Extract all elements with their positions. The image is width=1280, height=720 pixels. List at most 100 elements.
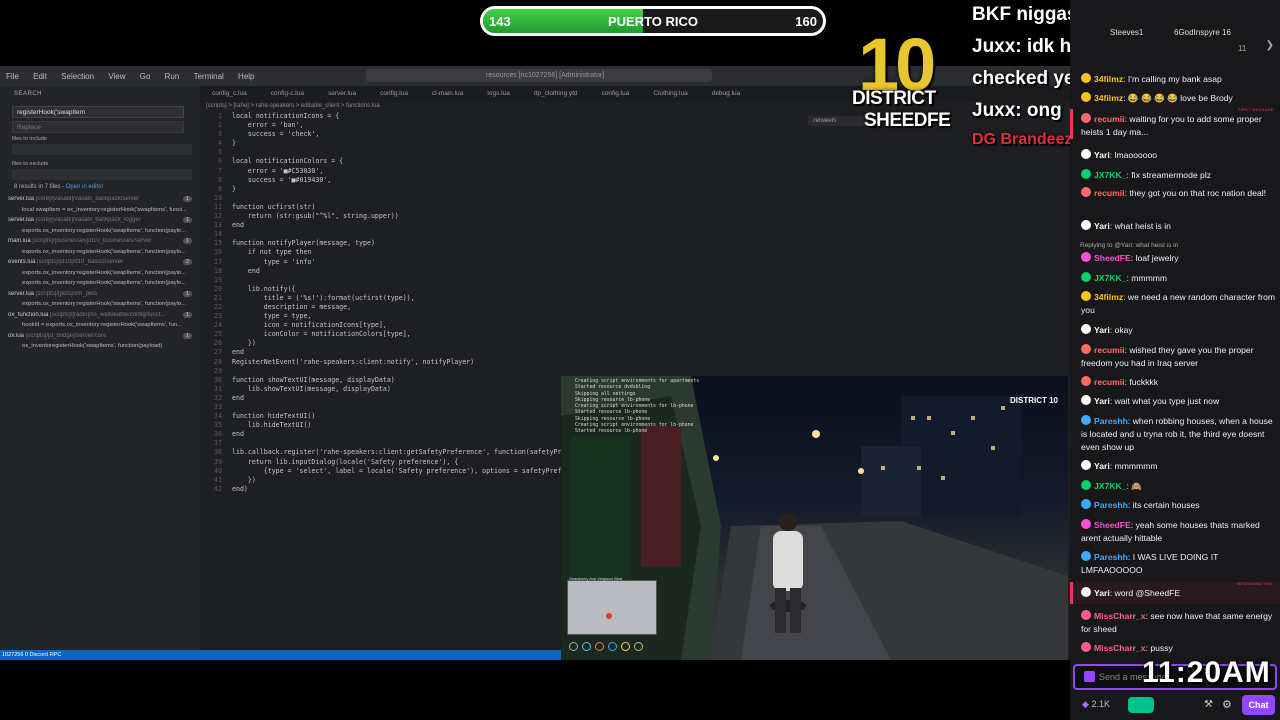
chat-username[interactable]: MissCharr_x [1094,643,1146,653]
chat-username[interactable]: SheedFE [1094,520,1131,530]
chat-username[interactable]: Pareshh [1094,552,1128,562]
search-result-file[interactable]: ox.lua [scripts]/[d_bridge]/server/core 1 [8,332,196,339]
logo-district: DISTRICT [852,88,936,109]
search-result-line[interactable]: hookId = exports.ox_inventory:registerHo… [22,322,198,328]
chat-username[interactable]: JX7KK_ [1094,481,1126,491]
open-in-editor-link[interactable]: Open in editor [66,184,104,190]
menu-selection[interactable]: Selection [55,66,100,81]
chat-message: MissCharr_x: pussy [1081,642,1276,655]
minimap [567,580,657,635]
search-result-file[interactable]: server.lua [scripts]/[pets]/xm_pets 1 [8,290,196,297]
search-input[interactable]: registerHook('swapItem [12,106,184,118]
editor-tab[interactable]: debug.lua [700,86,753,97]
search-result-line[interactable]: exports.ox_inventory:registerHook('swapI… [22,249,198,255]
search-result-file[interactable]: main.lua [scripts]/[businesses]/d10_busi… [8,238,196,244]
viewers-icon: ◆ [1082,699,1089,709]
chat-username[interactable]: Yari [1094,396,1110,406]
chat-message: JX7KK_: mmmmm [1081,272,1276,285]
game-server-logo: DISTRICT 10 [1009,396,1058,405]
menu-terminal[interactable]: Terminal [188,66,230,81]
chat-username[interactable]: 34filmz [1094,74,1123,84]
line-number: 24 [214,321,222,330]
chat-username[interactable]: recumii [1094,377,1125,387]
editor-tab[interactable]: Clothing.lua [641,86,699,97]
code-line: 26 }) [200,339,560,348]
search-result-file[interactable]: events.lua [scripts]/[d10]/d10_basics/se… [8,259,196,265]
overlay-line-3: checked yet [972,68,1081,89]
editor-tab[interactable]: config_c.lua [200,86,259,97]
line-number: 32 [214,393,222,402]
menu-file[interactable]: File [0,66,25,81]
chat-username[interactable]: Yari [1094,325,1110,335]
code-line: 25 iconColor = notificationColors[type], [200,330,560,339]
search-result-line[interactable]: local swapItem = ox_inventory:registerHo… [22,207,198,213]
code-text: end [232,266,260,275]
editor-tab[interactable]: config.lua [368,86,420,97]
editor-tab[interactable]: dp_clothing.ytd [522,86,590,97]
gift-icon[interactable] [1128,697,1154,713]
chat-username[interactable]: recumii [1094,188,1125,198]
editor-tab[interactable]: server.lua [316,86,368,97]
code-line: 18 end [200,267,560,276]
editor-tab[interactable]: cl-main.lua [420,86,475,97]
menu-edit[interactable]: Edit [27,66,53,81]
search-result-file[interactable]: ox_function.lua [scripts]/[radio]/xs_wal… [8,311,196,318]
search-result-line[interactable]: exports.ox_inventory:registerHook('swapI… [22,280,198,286]
code-editor[interactable]: 1 local notificationIcons = {2 error = 'b… [200,112,581,502]
chat-username[interactable]: 34filmz [1094,93,1123,103]
search-result-line[interactable]: ox_inventoregisterHook('swapItems', func… [22,343,198,349]
match-count-badge: 1 [182,238,192,244]
chevron-right-icon[interactable]: ❯ [1266,40,1274,51]
chat-text: okay [1114,325,1133,335]
menu-help[interactable]: Help [232,66,260,81]
files-exclude-input[interactable] [12,169,192,180]
settings-icon[interactable]: ⚙ [1222,698,1232,711]
chat-username[interactable]: JX7KK_ [1094,273,1126,283]
line-number: 30 [214,375,222,384]
files-include-input[interactable] [12,144,192,155]
code-text: title = ('%s!'):format(ucfirst(type)), [232,293,415,302]
editor-tab[interactable]: config.lua [590,86,642,97]
chat-message: recumii: fuckkkk [1081,376,1276,389]
health-icon [569,642,578,651]
code-line: 35 lib.hideTextUI() [200,421,560,430]
menu-go[interactable]: Go [134,66,157,81]
chat-send-button[interactable]: Chat [1242,695,1275,715]
chat-badge-icon [1081,480,1091,490]
chat-username[interactable]: Pareshh [1094,416,1128,426]
menu-view[interactable]: View [102,66,131,81]
chat-username[interactable]: recumii [1094,114,1125,124]
chat-username[interactable]: recumii [1094,345,1125,355]
chat-username[interactable]: MissCharr_x [1094,611,1146,621]
search-result-line[interactable]: exports.ox_inventory:registerHook('swapI… [22,228,198,234]
editor-tab[interactable]: logs.lua [475,86,521,97]
editor-tab[interactable]: config-c.lua [259,86,316,97]
file-name: ox.lua [8,332,25,339]
search-result-file[interactable]: server.lua [core]/[vasabi]/vasabi_backpa… [8,196,196,202]
search-result-line[interactable]: exports.ox_inventory:registerHook('swapI… [22,301,198,307]
chat-username[interactable]: SheedFE [1094,253,1131,263]
code-text: end [232,430,244,439]
mention-badge: MENTIONING YOU [1236,581,1272,586]
emote-icon[interactable]: ⚒ [1204,699,1213,710]
line-number: 13 [214,221,222,230]
menu-run[interactable]: Run [159,66,186,81]
chat-username[interactable]: Yari [1094,221,1110,231]
code-line: 42 end) [200,485,560,494]
chat-username[interactable]: 34filmz [1094,292,1123,302]
chat-text: loaf jewelry [1135,253,1179,263]
chat-username[interactable]: JX7KK_ [1094,170,1126,180]
chat-username[interactable]: Yari [1094,150,1110,160]
chat-badge-icon [1081,499,1091,509]
file-name: ox_function.lua [8,311,49,318]
code-text: icon = notificationIcons[type], [232,321,387,330]
chat-username[interactable]: Pareshh [1094,500,1128,510]
search-result-line[interactable]: exports.ox_inventory:registerHook('swapI… [22,270,198,276]
code-line: 16 if not type then [200,248,560,257]
first-message-badge: FIRST MESSAGE [1237,107,1274,112]
search-result-file[interactable]: server.lua [core]/[vasabi]/vasabi_backpa… [8,217,196,223]
chat-username[interactable]: Yari [1094,461,1110,471]
command-center-search[interactable]: resources [nc1027256] [Administrator] [366,69,712,82]
replace-input[interactable]: Replace [12,121,184,133]
chat-username[interactable]: Yari [1094,588,1110,598]
